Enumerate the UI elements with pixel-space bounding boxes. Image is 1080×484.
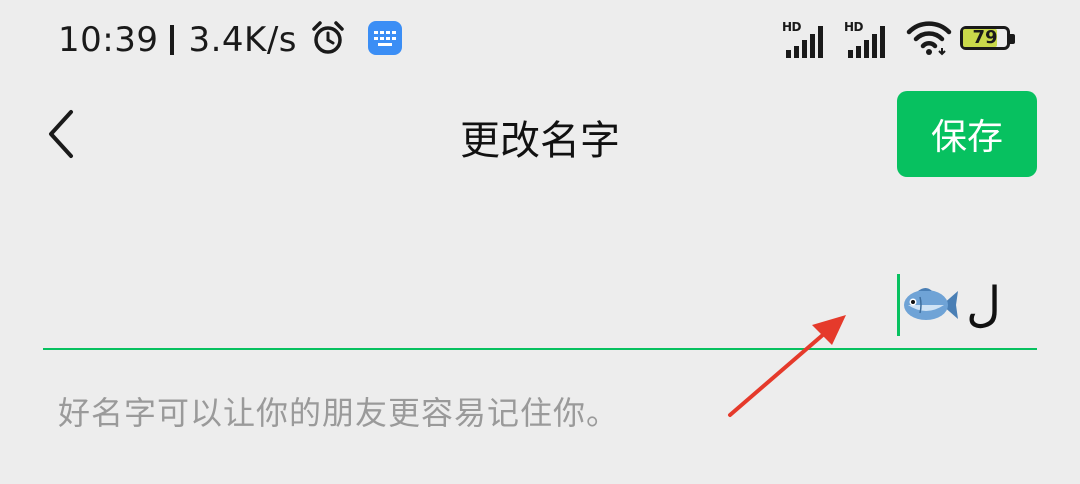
battery-icon: 79 [960, 26, 1018, 54]
red-arrow-icon [728, 315, 846, 417]
status-right: HD HD 79 [782, 16, 1018, 64]
signal-icon: HD [782, 20, 824, 60]
save-button[interactable]: 保存 [897, 91, 1037, 177]
status-bar: 10:39 3.4K/s HD HD 79 [0, 0, 1080, 80]
network-speed: 3.4K/s [188, 20, 298, 60]
sim1-hd-label: HD [782, 20, 802, 34]
signal-icon: HD [844, 20, 886, 60]
name-hint: 好名字可以让你的朋友更容易记住你。 [58, 394, 620, 432]
sim2-hd-label: HD [844, 20, 864, 34]
battery-level: 79 [972, 27, 998, 48]
change-name-screen: 10:39 3.4K/s HD HD 79 更改名字 保存 ل 好名字可以让你的… [0, 0, 1080, 484]
name-text: ل [966, 277, 1001, 333]
status-left: 10:39 3.4K/s [58, 14, 403, 66]
nav-bar: 更改名字 保存 [0, 88, 1080, 180]
text-cursor [897, 274, 901, 336]
status-time: 10:39 [58, 20, 159, 60]
fish-icon [902, 283, 960, 327]
keyboard-icon [367, 20, 403, 60]
name-input-field[interactable]: ل [43, 260, 1037, 350]
name-input-value[interactable]: ل [897, 274, 1001, 336]
input-underline [43, 348, 1037, 350]
alarm-icon [309, 19, 347, 61]
status-separator [170, 25, 175, 55]
wifi-icon [906, 20, 952, 60]
